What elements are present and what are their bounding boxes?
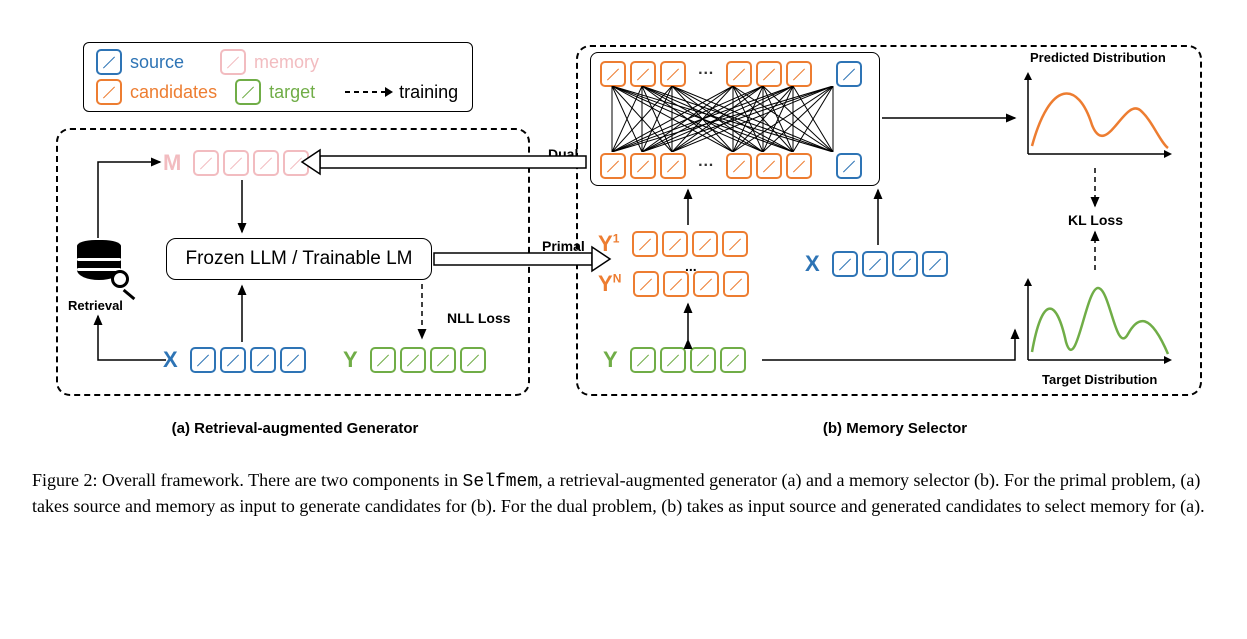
sequence-target-Y-b: Y <box>603 346 748 373</box>
target-distribution-chart <box>1020 276 1178 368</box>
sequence-target-Y-a: Y <box>343 346 488 373</box>
database-icon <box>77 240 121 280</box>
label-Y-b: Y <box>603 347 618 373</box>
framework-diagram: source memory candidates target training… <box>20 20 1227 619</box>
legend-candidates-label: candidates <box>130 82 217 103</box>
legend-source-swatch <box>96 49 122 75</box>
lm-box-label: Frozen LLM / Trainable LM <box>185 248 412 270</box>
target-distribution-label: Target Distribution <box>1042 372 1157 387</box>
legend-candidates-swatch <box>96 79 122 105</box>
legend-memory-swatch <box>220 49 246 75</box>
sequence-candidate-YN: YN <box>598 270 751 297</box>
sequence-source-X-a: X <box>163 346 308 373</box>
label-YN-sup: N <box>613 272 622 286</box>
caption-code: Selfmem <box>463 472 539 492</box>
nll-loss-label: NLL Loss <box>447 310 511 326</box>
legend: source memory candidates target training <box>83 42 473 112</box>
primal-label: Primal <box>542 238 585 254</box>
sequence-candidate-Y1: Y1 <box>598 230 750 257</box>
panel-b-title: (b) Memory Selector <box>810 420 980 437</box>
label-Y-a: Y <box>343 347 358 373</box>
caption-prefix: Figure 2: Overall framework. There are t… <box>32 470 463 490</box>
legend-source-label: source <box>130 52 184 73</box>
cross-attention-lines <box>598 86 870 152</box>
label-X-a: X <box>163 347 178 373</box>
panel-a-title: (a) Retrieval-augmented Generator <box>150 420 440 437</box>
label-M: M <box>163 150 181 176</box>
retrieval-label: Retrieval <box>68 298 123 313</box>
predicted-distribution-label: Predicted Distribution <box>1030 50 1166 65</box>
kl-loss-label: KL Loss <box>1068 212 1123 228</box>
label-Y1-pre: Y <box>598 231 613 256</box>
label-Y1-sup: 1 <box>613 232 620 246</box>
legend-target-label: target <box>269 82 315 103</box>
legend-memory-label: memory <box>254 52 319 73</box>
legend-training-arrow-icon <box>345 86 393 98</box>
lm-box: Frozen LLM / Trainable LM <box>166 238 432 280</box>
figure-caption: Figure 2: Overall framework. There are t… <box>32 468 1212 519</box>
legend-target-swatch <box>235 79 261 105</box>
sequence-source-X-b: X <box>805 250 950 277</box>
legend-training-label: training <box>399 82 458 103</box>
label-X-b: X <box>805 251 820 277</box>
label-YN-pre: Y <box>598 271 613 296</box>
dual-label: Dual <box>548 146 578 162</box>
predicted-distribution-chart <box>1020 70 1178 162</box>
sequence-memory-M: M <box>163 149 311 176</box>
